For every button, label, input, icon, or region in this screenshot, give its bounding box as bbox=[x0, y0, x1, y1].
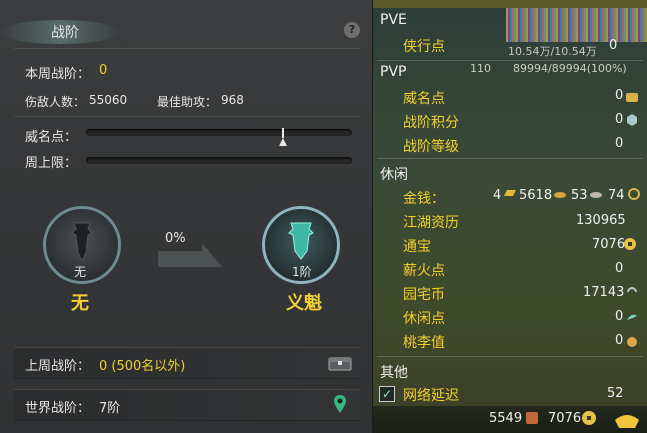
leisure-item-value: 7076 bbox=[592, 237, 626, 252]
leisure-item-label: 薪火点 bbox=[403, 263, 445, 279]
money-other-value: 74 bbox=[608, 188, 625, 203]
weekly-rank-label: 本周战阶： bbox=[25, 67, 91, 82]
top-header-strip bbox=[373, 0, 647, 8]
weekly-rank-value: 0 bbox=[99, 63, 108, 78]
world-rank-value: 7阶 bbox=[99, 401, 121, 416]
weekly-cap-bar bbox=[86, 157, 352, 164]
pvp-item-value: 0 bbox=[615, 112, 624, 127]
bottom-value-b: 7076 bbox=[548, 411, 582, 426]
leisure-item-label: 园宅币 bbox=[403, 287, 445, 303]
fame-bar bbox=[86, 129, 352, 136]
rank-panel: 战阶 ? 本周战阶： 0 伤敌人数： 55060 最佳助攻： 968 威名点： … bbox=[0, 0, 373, 433]
pvp-item-value: 0 bbox=[615, 136, 624, 151]
latency-checkbox[interactable]: ✓ bbox=[379, 386, 395, 402]
divider bbox=[377, 60, 643, 61]
gold-ingot-icon[interactable] bbox=[613, 408, 641, 430]
assists-label: 最佳助攻： bbox=[157, 95, 218, 109]
player-frame-decoration bbox=[506, 8, 647, 42]
section-leisure: 休闲 bbox=[380, 167, 408, 183]
pvp-item-value: 0 bbox=[615, 88, 624, 103]
rank-points-icon bbox=[627, 114, 637, 126]
divider bbox=[14, 116, 360, 117]
divider bbox=[14, 48, 360, 49]
money-copper-value: 53 bbox=[571, 188, 588, 203]
latency-value: 52 bbox=[607, 386, 624, 401]
garden-coin-icon bbox=[627, 287, 637, 293]
pvp-item-label: 战阶积分 bbox=[403, 115, 459, 131]
overlay-text: 10.54万/10.54万 bbox=[508, 45, 597, 58]
pvp-item-label: 战阶等级 bbox=[403, 139, 459, 155]
panel-header: 战阶 bbox=[0, 14, 372, 48]
overlay-hp: 89994/89994(100%) bbox=[513, 62, 627, 75]
world-rank-label: 世界战阶： bbox=[25, 401, 91, 416]
peach-icon bbox=[627, 337, 637, 347]
bottom-value-a: 5549 bbox=[489, 411, 523, 426]
kills-label: 伤敌人数： bbox=[25, 95, 86, 109]
last-week-value: 0 (500名以外) bbox=[99, 359, 186, 374]
current-rank-small-label: 无 bbox=[74, 265, 87, 279]
pve-item-label: 侠行点 bbox=[403, 39, 445, 55]
money-silver-value: 5618 bbox=[519, 188, 553, 203]
pve-item-value: 0 bbox=[609, 38, 618, 53]
assists-value: 968 bbox=[221, 93, 244, 107]
coin-icon bbox=[628, 188, 640, 200]
tongbao-coin-icon bbox=[624, 238, 636, 250]
fame-label: 威名点： bbox=[25, 130, 78, 145]
tongbao-coin-icon[interactable] bbox=[581, 410, 597, 426]
leisure-item-value: 0 bbox=[615, 261, 624, 276]
silver-ingot-icon bbox=[554, 192, 566, 198]
copper-ingot-icon bbox=[590, 192, 602, 198]
next-rank-small-label: 1阶 bbox=[292, 265, 312, 279]
leisure-item-label: 桃李值 bbox=[403, 335, 445, 351]
leisure-item-value: 17143 bbox=[583, 285, 625, 300]
section-other: 其他 bbox=[380, 365, 408, 381]
money-label: 金钱： bbox=[403, 191, 445, 207]
gold-ingot-icon bbox=[504, 190, 516, 196]
money-gold-value: 4 bbox=[493, 188, 502, 203]
current-rank-name: 无 bbox=[71, 293, 89, 314]
leisure-item-label: 休闲点 bbox=[403, 311, 445, 327]
last-week-label: 上周战阶： bbox=[25, 359, 91, 374]
weekly-cap-label: 周上限： bbox=[25, 156, 78, 171]
leisure-point-icon bbox=[627, 314, 637, 320]
kills-value: 55060 bbox=[89, 93, 128, 107]
leisure-item-label: 江湖资历 bbox=[403, 215, 459, 231]
divider bbox=[377, 356, 643, 357]
section-pve: PVE bbox=[380, 12, 407, 28]
pvp-item-label: 威名点 bbox=[403, 91, 445, 107]
location-pin-icon[interactable] bbox=[333, 394, 347, 414]
section-pvp: PVP bbox=[380, 64, 407, 80]
leisure-item-value: 0 bbox=[615, 333, 624, 348]
jade-token-icon[interactable] bbox=[524, 410, 540, 426]
latency-label: 网络延迟 bbox=[403, 388, 459, 404]
panel-title: 战阶 bbox=[51, 25, 79, 41]
stats-overlay-panel: PVE 侠行点 10.54万/10.54万 0 PVP 110 89994/89… bbox=[373, 0, 647, 433]
next-rank-name: 义魁 bbox=[286, 293, 322, 314]
leisure-item-value: 0 bbox=[615, 309, 624, 324]
leisure-item-label: 通宝 bbox=[403, 239, 431, 255]
chest-icon[interactable] bbox=[328, 355, 352, 371]
leisure-item-value: 130965 bbox=[576, 213, 626, 228]
fame-coin-icon bbox=[626, 93, 638, 102]
divider bbox=[377, 158, 643, 159]
help-icon[interactable]: ? bbox=[344, 22, 360, 38]
progress-arrow-icon bbox=[158, 243, 222, 267]
overlay-level: 110 bbox=[470, 62, 491, 75]
fame-marker-icon bbox=[278, 128, 287, 146]
